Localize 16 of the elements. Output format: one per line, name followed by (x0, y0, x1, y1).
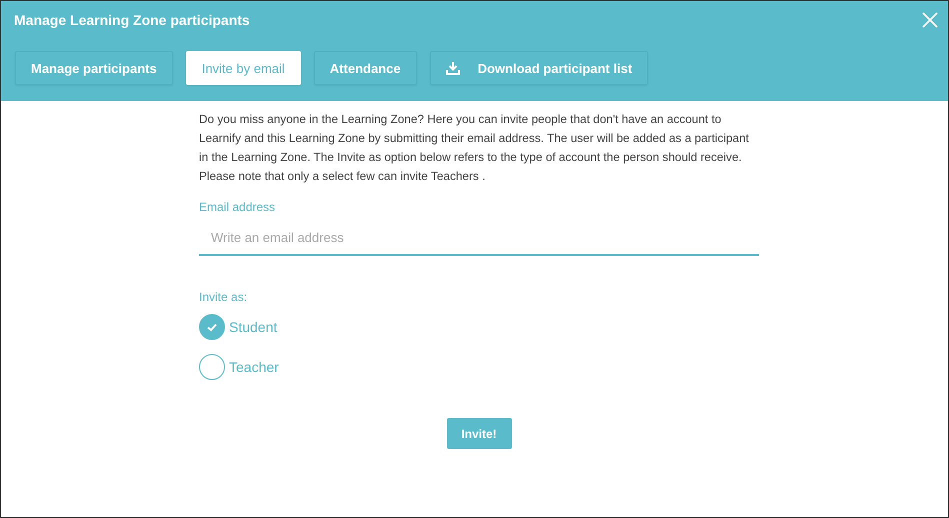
close-icon[interactable] (922, 12, 938, 28)
option-label[interactable]: Teacher (229, 359, 279, 375)
window-title: Manage Learning Zone participants (14, 12, 250, 28)
tab[interactable]: Invite by email (186, 51, 301, 85)
tab[interactable]: Attendance (314, 51, 417, 85)
option-label[interactable]: Student (229, 319, 278, 335)
radio-button[interactable] (199, 314, 225, 340)
download-icon (446, 61, 460, 75)
invite-button[interactable]: Invite! (446, 418, 512, 449)
field-label: Invite as: (199, 290, 248, 304)
radio-button[interactable] (199, 354, 225, 380)
intro-paragraph: Do you miss anyone in the Learning Zone? Here you can invite people that don't have an account to Learnify and this Learning Zone by submitting their email address. The user will be added as a participant in the Learning Zone. The Invite as option below refers to the type of account the person should receive. Please note that only a select few can invite Teachers . (199, 111, 750, 185)
tab[interactable]: Download participant list (430, 51, 648, 85)
check-icon (206, 321, 218, 333)
tab[interactable]: Manage participants (15, 51, 173, 85)
field-label: Email address (199, 200, 276, 214)
